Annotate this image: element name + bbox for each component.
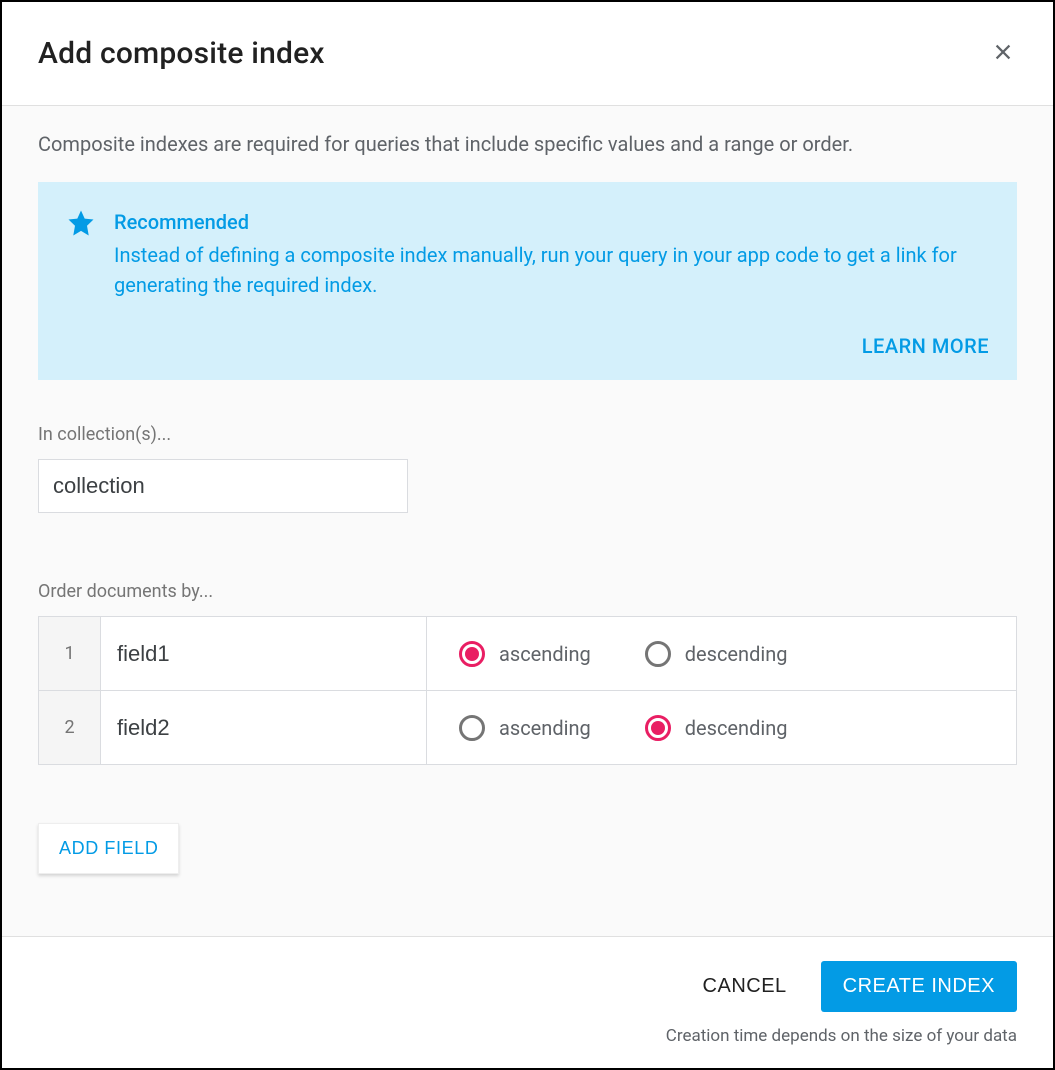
- close-icon: [992, 41, 1014, 67]
- descending-radio[interactable]: descending: [645, 641, 788, 667]
- order-row: 2 ascending descending: [39, 691, 1017, 765]
- collection-input[interactable]: [38, 459, 408, 513]
- radio-label: ascending: [499, 642, 591, 666]
- dialog-header: Add composite index: [2, 2, 1053, 106]
- collection-label: In collection(s)...: [38, 424, 1017, 445]
- radio-icon: [459, 715, 485, 741]
- close-button[interactable]: [989, 40, 1017, 68]
- order-fields-table: 1 ascending descending: [38, 616, 1017, 765]
- row-number: 1: [39, 617, 101, 691]
- star-icon: [66, 208, 96, 242]
- order-section: Order documents by... 1 ascending: [38, 581, 1017, 874]
- footer-note: Creation time depends on the size of you…: [666, 1026, 1017, 1046]
- ascending-radio[interactable]: ascending: [459, 641, 591, 667]
- recommended-callout: Recommended Instead of defining a compos…: [38, 182, 1017, 380]
- add-composite-index-dialog: Add composite index Composite indexes ar…: [0, 0, 1055, 1070]
- collection-section: In collection(s)...: [38, 424, 1017, 513]
- radio-icon: [459, 641, 485, 667]
- radio-icon: [645, 715, 671, 741]
- field-name-input[interactable]: [101, 617, 426, 690]
- create-index-button[interactable]: CREATE INDEX: [821, 961, 1017, 1012]
- radio-icon: [645, 641, 671, 667]
- dialog-title: Add composite index: [38, 36, 325, 71]
- cancel-button[interactable]: CANCEL: [703, 975, 787, 998]
- order-label: Order documents by...: [38, 581, 1017, 602]
- radio-label: ascending: [499, 716, 591, 740]
- recommended-text: Instead of defining a composite index ma…: [114, 240, 989, 300]
- add-field-button[interactable]: ADD FIELD: [38, 823, 179, 874]
- radio-label: descending: [685, 716, 788, 740]
- learn-more-link[interactable]: LEARN MORE: [862, 334, 989, 358]
- recommended-title: Recommended: [114, 210, 989, 234]
- row-number: 2: [39, 691, 101, 765]
- dialog-footer: CANCEL CREATE INDEX Creation time depend…: [2, 936, 1053, 1068]
- field-name-input[interactable]: [101, 691, 426, 764]
- ascending-radio[interactable]: ascending: [459, 715, 591, 741]
- radio-label: descending: [685, 642, 788, 666]
- descending-radio[interactable]: descending: [645, 715, 788, 741]
- dialog-description: Composite indexes are required for queri…: [38, 132, 1017, 156]
- order-row: 1 ascending descending: [39, 617, 1017, 691]
- dialog-body: Composite indexes are required for queri…: [2, 106, 1053, 936]
